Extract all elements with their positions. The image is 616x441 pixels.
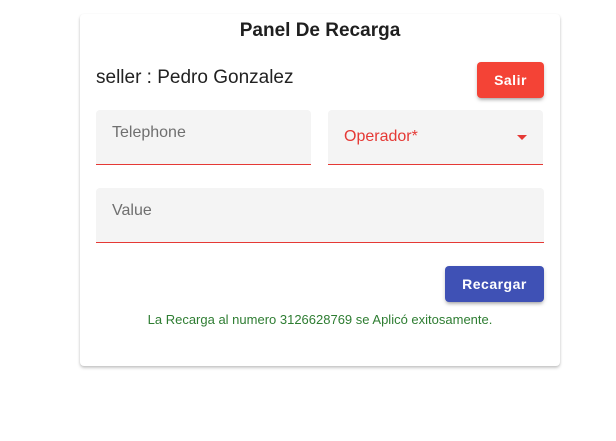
success-message: La Recarga al numero 3126628769 se Aplic…	[147, 312, 493, 327]
chevron-down-icon	[517, 135, 527, 140]
value-field[interactable]	[96, 188, 544, 243]
telephone-field[interactable]	[96, 110, 311, 165]
seller-name: seller : Pedro Gonzalez	[96, 67, 294, 88]
recharge-panel-card: Panel De Recarga seller : Pedro Gonzalez…	[80, 14, 560, 366]
logout-button[interactable]: Salir	[477, 62, 544, 98]
value-input[interactable]	[112, 202, 528, 220]
operator-select[interactable]: Operador*	[328, 110, 543, 165]
panel-title: Panel De Recarga	[239, 20, 401, 41]
recharge-button[interactable]: Recargar	[445, 266, 544, 302]
telephone-input[interactable]	[112, 124, 295, 142]
operator-select-label: Operador*	[344, 128, 418, 145]
